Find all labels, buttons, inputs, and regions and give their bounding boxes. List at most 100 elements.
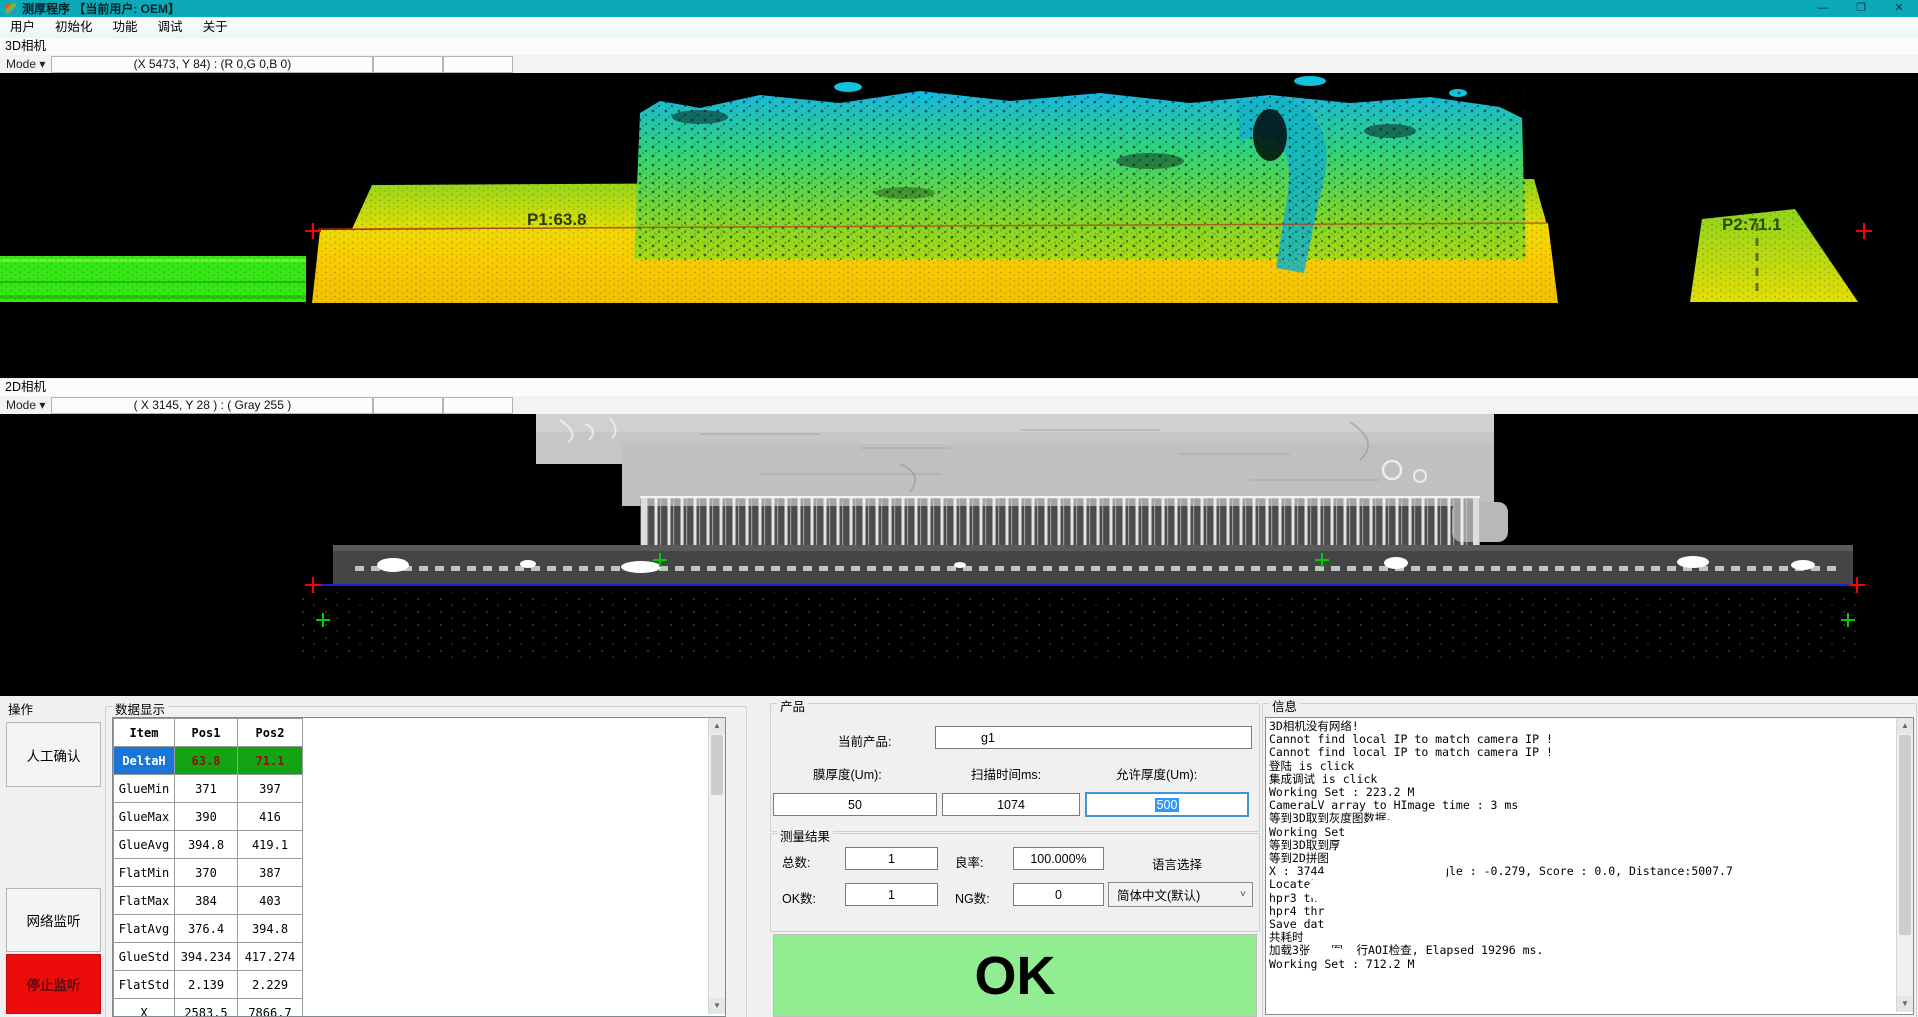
result-title: 测量结果 [777, 826, 833, 845]
table-header-row: Item Pos1 Pos2 [114, 719, 303, 747]
cell-pos1: 384 [175, 887, 238, 915]
redaction-blob [1308, 948, 1344, 959]
table-row[interactable]: GlueStd 394.234 417.274 [114, 943, 303, 971]
camera-3d-viewport[interactable]: P1:63.8 P2:71.1 [0, 73, 1918, 378]
table-row[interactable]: GlueMax 390 416 [114, 803, 303, 831]
info-title: 信息 [1269, 696, 1300, 715]
cell-item: FlatAvg [114, 915, 175, 943]
mode-dropdown-3d[interactable]: Mode ▾ [0, 57, 51, 71]
cell-pos1: 394.234 [175, 943, 238, 971]
cell-item: DeltaH [114, 747, 175, 775]
ok-count-input[interactable]: 1 [845, 883, 938, 906]
operation-title: 操作 [8, 699, 33, 718]
yield-label: 良率: [955, 852, 983, 871]
table-row[interactable]: GlueAvg 394.8 419.1 [114, 831, 303, 859]
current-product-input[interactable]: g1 [935, 726, 1252, 749]
close-button[interactable]: ✕ [1880, 0, 1918, 17]
table-row[interactable]: X 2583.5 7866.7 [114, 999, 303, 1017]
status-panel-empty [443, 56, 513, 73]
cell-pos2: 419.1 [238, 831, 303, 859]
scroll-up-icon[interactable]: ▲ [1897, 718, 1913, 734]
log-line: Working Set : 712.2 M [1266, 958, 1894, 971]
table-row[interactable]: FlatAvg 376.4 394.8 [114, 915, 303, 943]
scroll-up-icon[interactable]: ▲ [709, 718, 725, 734]
cell-pos1: 2.139 [175, 971, 238, 999]
cell-pos1: 370 [175, 859, 238, 887]
col-header-pos2: Pos2 [238, 719, 303, 747]
allow-thickness-input[interactable]: 500 [1085, 792, 1249, 817]
cell-item: GlueMax [114, 803, 175, 831]
ng-count-label: NG数: [955, 888, 990, 907]
network-listen-button[interactable]: 网络监听 [6, 888, 101, 952]
scroll-down-icon[interactable]: ▼ [709, 998, 725, 1014]
redaction-blob [1308, 868, 1398, 910]
camera-2d-viewport[interactable] [0, 414, 1918, 696]
status-panel-empty [443, 397, 513, 414]
p1-measure-label: P1:63.8 [527, 210, 587, 229]
language-select-value: 简体中文(默认) [1117, 885, 1200, 904]
stop-listen-button[interactable]: 停止监听 [6, 954, 101, 1014]
col-header-item: Item [114, 719, 175, 747]
result-status-banner: OK [773, 934, 1257, 1017]
log-scrollbar[interactable]: ▲ ▼ [1896, 718, 1913, 1012]
minimize-button[interactable]: — [1804, 0, 1842, 17]
cell-pos1: 371 [175, 775, 238, 803]
cell-item: GlueStd [114, 943, 175, 971]
scan-time-label: 扫描时间ms: [971, 764, 1041, 783]
cell-item: FlatStd [114, 971, 175, 999]
cell-pos2: 7866.7 [238, 999, 303, 1017]
p2-measure-label: P2:71.1 [1722, 215, 1782, 234]
ok-count-label: OK数: [782, 888, 816, 907]
app-window: 测厚程序 【当前用户: OEM】 — ❐ ✕ 用户 初始化 功能 调试 关于 3… [0, 0, 1918, 1017]
cell-pos2: 416 [238, 803, 303, 831]
redaction-blob [1316, 934, 1362, 945]
log-line: 加载3张 图 行AOI检查, Elapsed 19296 ms. [1266, 944, 1894, 957]
table-row[interactable]: GlueMin 371 397 [114, 775, 303, 803]
menu-init[interactable]: 初始化 [45, 17, 103, 38]
title-bar: 测厚程序 【当前用户: OEM】 — ❐ ✕ [0, 0, 1918, 17]
camera-2d-modebar: Mode ▾ ( X 3145, Y 28 ) : ( Gray 255 ) [0, 396, 1918, 414]
scan-time-input[interactable]: 1074 [942, 793, 1080, 816]
cell-pos2: 397 [238, 775, 303, 803]
camera-2d-label: 2D相机 [0, 379, 1918, 396]
film-thickness-input[interactable]: 50 [773, 793, 937, 816]
total-label: 总数: [782, 852, 810, 871]
pixel-status-2d: ( X 3145, Y 28 ) : ( Gray 255 ) [51, 397, 373, 414]
table-row[interactable]: FlatMin 370 387 [114, 859, 303, 887]
scroll-down-icon[interactable]: ▼ [1897, 996, 1913, 1012]
chevron-down-icon: ▾ [39, 398, 45, 412]
yield-input[interactable]: 100.000% [1013, 847, 1104, 870]
menu-user[interactable]: 用户 [0, 17, 45, 38]
cell-pos1: 376.4 [175, 915, 238, 943]
manual-confirm-button[interactable]: 人工确认 [6, 722, 101, 787]
window-title: 测厚程序 【当前用户: OEM】 [22, 0, 180, 17]
table-row[interactable]: FlatMax 384 403 [114, 887, 303, 915]
menu-debug[interactable]: 调试 [148, 17, 193, 38]
cell-pos2: 394.8 [238, 915, 303, 943]
log-line: 登陆 is click [1266, 760, 1894, 773]
total-input[interactable]: 1 [845, 847, 938, 870]
mode-dropdown-2d[interactable]: Mode ▾ [0, 398, 51, 412]
data-table[interactable]: Item Pos1 Pos2 DeltaH 63.8 71.1 GlueMin … [112, 717, 726, 1017]
language-select[interactable]: 简体中文(默认) ˅ [1108, 882, 1253, 907]
log-line: Cannot find local IP to match camera IP … [1266, 746, 1894, 759]
status-panel-empty [373, 56, 443, 73]
camera-3d-view: P1:63.8 P2:71.1 [0, 73, 1918, 378]
chevron-down-icon: ▾ [39, 57, 45, 71]
ng-count-input[interactable]: 0 [1013, 883, 1104, 906]
cell-pos2: 71.1 [238, 747, 303, 775]
scrollbar-thumb[interactable] [711, 735, 723, 795]
cell-item: GlueAvg [114, 831, 175, 859]
pixel-status-3d: (X 5473, Y 84) : (R 0,G 0,B 0) [51, 56, 373, 73]
camera-2d-view [0, 414, 1918, 696]
table-row[interactable]: FlatStd 2.139 2.229 [114, 971, 303, 999]
redaction-blob [1405, 916, 1820, 929]
scrollbar-thumb[interactable] [1899, 735, 1911, 935]
table-scrollbar[interactable]: ▲ ▼ [708, 718, 725, 1014]
menu-about[interactable]: 关于 [193, 17, 238, 38]
camera-3d-label: 3D相机 [0, 38, 1918, 55]
menu-function[interactable]: 功能 [103, 17, 148, 38]
table-row[interactable]: DeltaH 63.8 71.1 [114, 747, 303, 775]
cell-item: X [114, 999, 175, 1017]
maximize-button[interactable]: ❐ [1842, 0, 1880, 17]
